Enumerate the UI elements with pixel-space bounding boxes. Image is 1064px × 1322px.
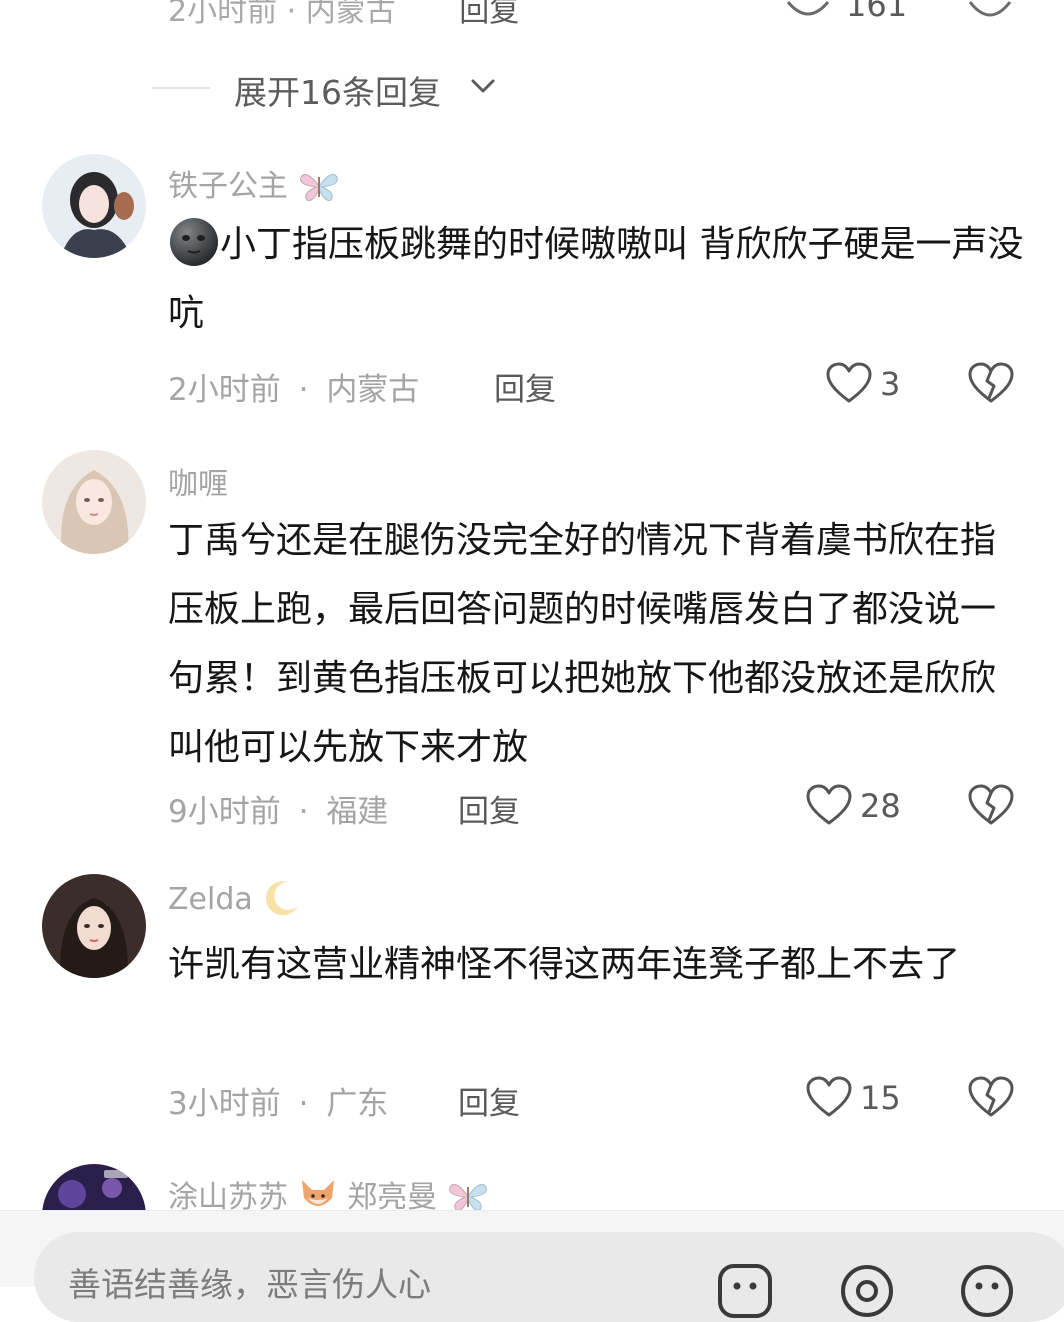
prev-broken-heart-icon[interactable] <box>968 0 1012 24</box>
avatar[interactable] <box>42 154 146 258</box>
chevron-down-icon[interactable] <box>470 76 496 96</box>
comment-time: 2小时前 <box>168 372 281 408</box>
like-count: 28 <box>860 787 901 825</box>
comment-location: 内蒙古 <box>326 372 420 408</box>
comment-meta: 2小时前 · 内蒙古 <box>168 364 419 409</box>
reply-button[interactable]: 回复 <box>458 786 520 831</box>
prev-comment-meta: 2小时前 · 内蒙古 回复 <box>168 0 519 30</box>
crescent-moon-emoji-icon <box>266 880 299 915</box>
comment-location: 福建 <box>326 794 389 830</box>
comment-time: 9小时前 <box>168 794 281 830</box>
heart-outline-icon[interactable] <box>806 1076 852 1118</box>
comment-text-body: 小丁指压板跳舞的时候嗷嗷叫 背欣欣子硬是一声没吭 <box>168 224 1024 334</box>
sticker-icon[interactable] <box>958 1262 1016 1320</box>
broken-heart-icon[interactable] <box>968 1076 1014 1118</box>
fox-emoji-icon <box>301 1179 334 1206</box>
comment-username[interactable]: Zelda <box>168 880 302 918</box>
new-moon-face-emoji-icon <box>170 218 218 266</box>
broken-heart-icon[interactable] <box>968 784 1014 826</box>
comment-meta: 9小时前 · 福建 <box>168 786 388 831</box>
meta-separator: · <box>298 794 309 830</box>
like-count: 3 <box>880 365 901 403</box>
broken-heart-icon[interactable] <box>968 362 1014 404</box>
comment-text: 丁禹兮还是在腿伤没完全好的情况下背着虞书欣在指压板上跑，最后回答问题的时候嘴唇发… <box>168 520 997 768</box>
expand-divider <box>152 87 210 89</box>
username-text: 铁子公主 <box>168 169 288 204</box>
butterfly-emoji-icon <box>448 1183 487 1211</box>
comment-text: 许凯有这营业精神怪不得这两年连凳子都上不去了 <box>168 944 961 985</box>
meta-separator: · <box>298 1086 309 1122</box>
username-text: Zelda <box>168 882 253 917</box>
comment-location: 广东 <box>326 1086 389 1122</box>
prev-heart-icon[interactable] <box>786 0 830 22</box>
expand-replies-button[interactable]: 展开16条回复 <box>234 66 441 114</box>
heart-outline-icon[interactable] <box>806 784 852 826</box>
comment-username[interactable]: 咖喱 <box>168 459 228 503</box>
avatar[interactable] <box>42 450 146 554</box>
comment-text: 小丁指压板跳舞的时候嗷嗷叫 背欣欣子硬是一声没吭 <box>168 210 1028 348</box>
emoji-icon[interactable] <box>716 1262 774 1320</box>
at-icon[interactable] <box>838 1262 896 1320</box>
comment-username[interactable]: 铁子公主 <box>168 161 340 205</box>
prev-comment-time-location: 2小时前 · 内蒙古 <box>168 0 396 29</box>
comment-meta: 3小时前 · 广东 <box>168 1078 388 1123</box>
like-count: 15 <box>860 1079 901 1117</box>
prev-comment-reply-button[interactable]: 回复 <box>459 0 519 29</box>
meta-separator: · <box>298 372 309 408</box>
reply-button[interactable]: 回复 <box>494 364 556 409</box>
comment-time: 3小时前 <box>168 1086 281 1122</box>
avatar[interactable] <box>42 874 146 978</box>
reply-button[interactable]: 回复 <box>458 1078 520 1123</box>
prev-like-count: 161 <box>846 0 908 24</box>
butterfly-emoji-icon <box>299 173 338 201</box>
comment-input-placeholder: 善语结善缘，恶言伤人心 <box>68 1265 431 1304</box>
heart-outline-icon[interactable] <box>826 362 872 404</box>
